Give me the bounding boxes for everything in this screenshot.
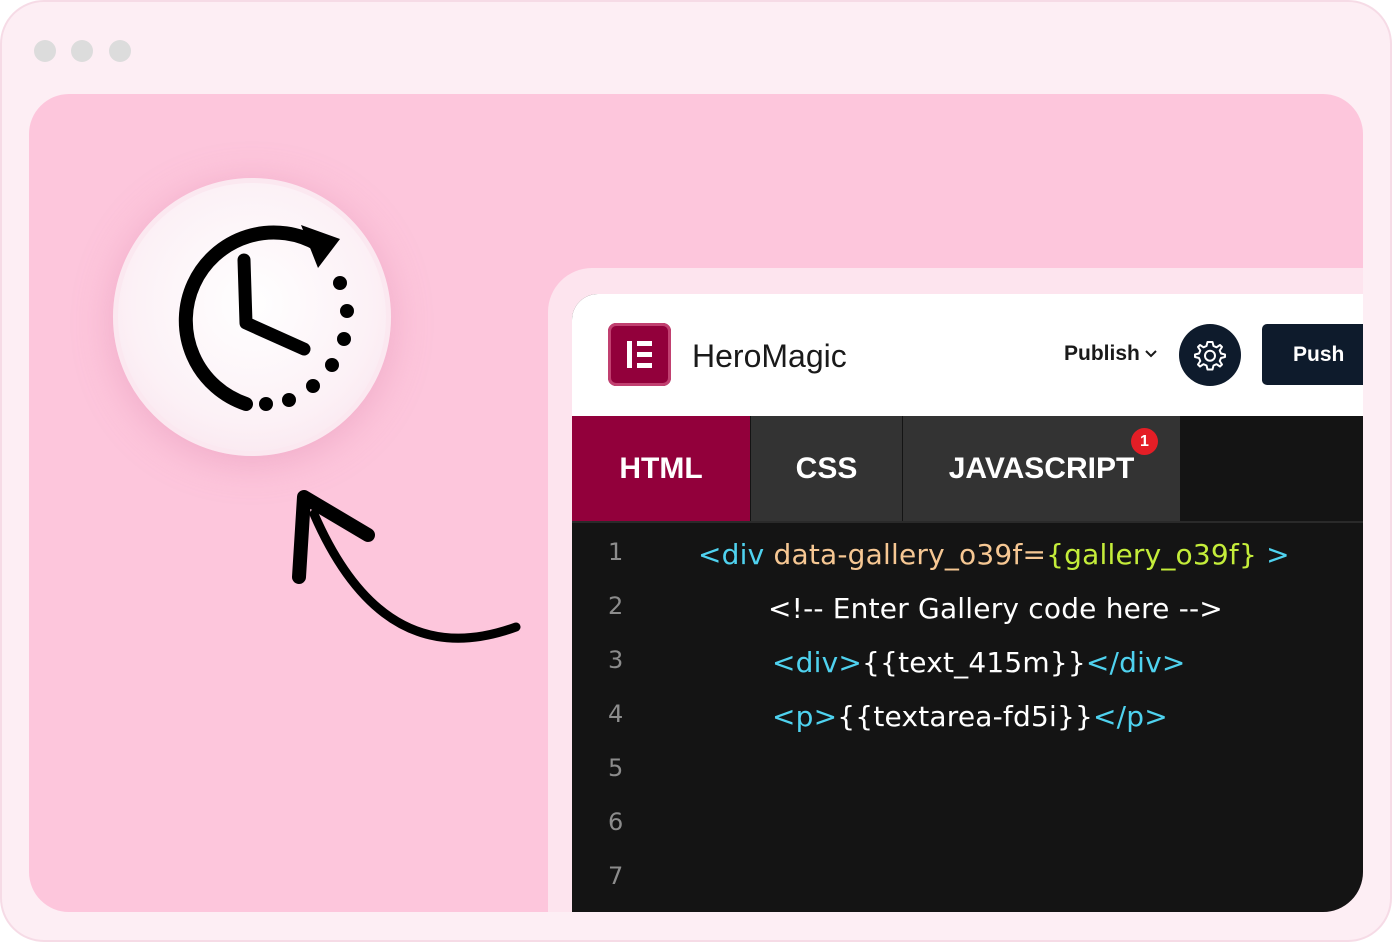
code-line-1: 1 <div data-gallery_o39f={gallery_o39f} …	[572, 538, 1363, 592]
code-token: data-gallery_o39f=	[773, 538, 1047, 571]
editor-header: HeroMagic Publish Push	[572, 294, 1363, 416]
hero-panel: HeroMagic Publish Push HTML CSS JAVASCRI…	[29, 94, 1363, 912]
code-line-content: <!-- Enter Gallery code here -->	[768, 592, 1223, 625]
code-token: {gallery_o39f}	[1046, 538, 1257, 571]
code-line-3: 3 <div>{{text_415m}}</div>	[572, 646, 1363, 700]
notification-badge: 1	[1131, 428, 1158, 455]
code-token: <!-- Enter Gallery code here -->	[768, 592, 1223, 625]
code-token: <div>	[772, 646, 863, 679]
code-editor-window: HeroMagic Publish Push HTML CSS JAVASCRI…	[572, 294, 1363, 912]
line-number: 4	[608, 700, 624, 728]
code-line-content: <p>{{textarea-fd5i}}</p>	[772, 700, 1168, 733]
line-number: 3	[608, 646, 624, 674]
tab-html[interactable]: HTML	[572, 416, 750, 521]
chevron-down-icon	[1145, 350, 1157, 358]
code-token: >	[1257, 538, 1290, 571]
code-token: {{text_415m}}	[862, 646, 1086, 679]
gear-icon	[1194, 341, 1226, 371]
push-button[interactable]: Push	[1262, 324, 1363, 385]
line-number: 5	[608, 754, 624, 782]
editor-tabs: HTML CSS JAVASCRIPT 1	[572, 416, 1363, 523]
code-line-4: 4 <p>{{textarea-fd5i}}</p>	[572, 700, 1363, 754]
line-number: 1	[608, 538, 624, 566]
window-dot-close[interactable]	[34, 40, 56, 62]
window-dot-minimize[interactable]	[71, 40, 93, 62]
window-dot-maximize[interactable]	[109, 40, 131, 62]
line-number: 2	[608, 592, 624, 620]
publish-label: Publish	[1064, 342, 1140, 365]
code-token: </div>	[1085, 646, 1186, 679]
line-number: 7	[608, 862, 624, 890]
code-area[interactable]: 1 <div data-gallery_o39f={gallery_o39f} …	[572, 522, 1363, 912]
publish-dropdown[interactable]: Publish	[1064, 342, 1157, 366]
code-line-7: 7	[572, 862, 1363, 912]
code-token: <div	[698, 538, 774, 571]
settings-button[interactable]	[1179, 324, 1241, 386]
code-line-5: 5	[572, 754, 1363, 808]
line-number: 6	[608, 808, 624, 836]
code-token: </p>	[1092, 700, 1168, 733]
app-name: HeroMagic	[692, 338, 847, 374]
code-token: {{textarea-fd5i}}	[837, 700, 1093, 733]
code-line-2: 2 <!-- Enter Gallery code here -->	[572, 592, 1363, 646]
clock-history-icon	[178, 225, 354, 411]
curved-arrow-icon	[292, 490, 521, 643]
clock-badge	[113, 178, 391, 456]
code-line-content: <div data-gallery_o39f={gallery_o39f} >	[698, 538, 1290, 571]
tab-css[interactable]: CSS	[751, 416, 902, 521]
code-line-content: <div>{{text_415m}}</div>	[772, 646, 1186, 679]
code-line-6: 6	[572, 808, 1363, 862]
elementor-logo-icon	[608, 323, 671, 386]
code-token: <p>	[772, 700, 838, 733]
